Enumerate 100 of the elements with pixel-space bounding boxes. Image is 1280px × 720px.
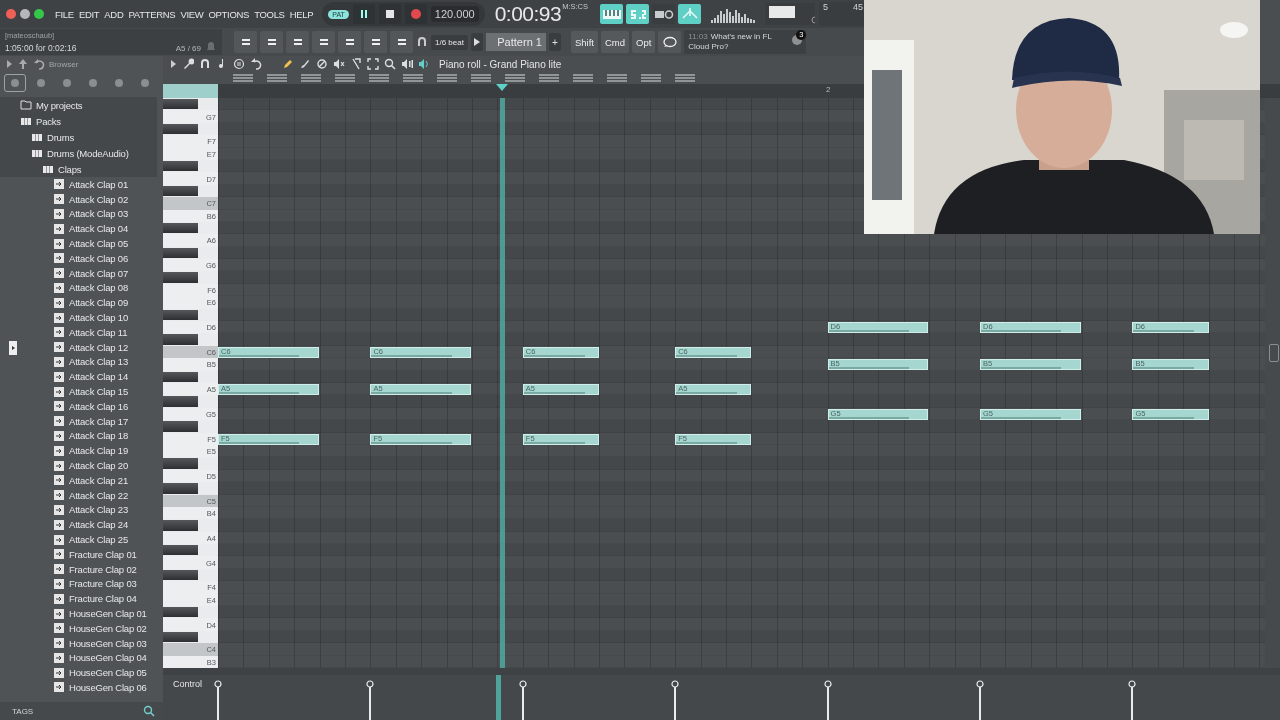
tags-label[interactable]: TAGS xyxy=(12,706,34,716)
menu-item[interactable]: VIEW xyxy=(179,6,205,22)
browser-file[interactable]: Attack Clap 19 xyxy=(0,443,163,459)
playback-tool-icon[interactable] xyxy=(401,58,413,70)
browser-file[interactable]: Attack Clap 16 xyxy=(0,398,163,414)
sharp-key[interactable] xyxy=(163,99,198,110)
help-button[interactable] xyxy=(658,31,682,53)
menu-item[interactable]: HELP xyxy=(288,6,315,22)
sharp-key[interactable] xyxy=(163,160,198,172)
news-text[interactable]: 11:03 What's new in FL Cloud Pro? xyxy=(688,32,789,52)
scroll-handle[interactable] xyxy=(1269,344,1279,362)
browser-file[interactable]: Fracture Clap 02 xyxy=(0,561,163,577)
add-pattern-button[interactable]: + xyxy=(548,33,561,51)
browser-file[interactable]: Attack Clap 15 xyxy=(0,384,163,399)
browser-file[interactable]: Attack Clap 17 xyxy=(0,413,163,429)
stripes-icon[interactable] xyxy=(301,73,321,83)
menu-item[interactable]: PATTERNS xyxy=(127,6,177,22)
stripes-icon[interactable] xyxy=(369,73,389,83)
sharp-key[interactable] xyxy=(163,185,198,197)
stripes-icon[interactable] xyxy=(437,73,457,83)
browser-folder[interactable]: Claps xyxy=(0,161,157,177)
plugin-button[interactable] xyxy=(338,31,361,53)
stripes-icon[interactable] xyxy=(471,73,491,83)
browser-file[interactable]: HouseGen Clap 03 xyxy=(0,635,163,651)
stripes-icon[interactable] xyxy=(573,73,593,83)
velocity-stem[interactable] xyxy=(518,680,527,720)
velocity-stem[interactable] xyxy=(823,680,832,720)
modifier-key[interactable]: Shift xyxy=(570,31,598,53)
velocity-stem[interactable] xyxy=(1128,680,1137,720)
toggle-button[interactable] xyxy=(678,4,702,24)
stripes-icon[interactable] xyxy=(539,73,559,83)
speaker-icon[interactable] xyxy=(418,58,430,70)
browser-file[interactable]: HouseGen Clap 04 xyxy=(0,650,163,666)
close-button[interactable] xyxy=(6,9,16,19)
wrench-icon[interactable] xyxy=(182,58,194,70)
browser-file[interactable]: Attack Clap 09 xyxy=(0,295,163,311)
browser-file[interactable]: Fracture Clap 01 xyxy=(0,546,163,562)
browser-file[interactable]: HouseGen Clap 02 xyxy=(0,620,163,636)
pattern-selector[interactable]: Pattern 1 xyxy=(485,33,546,51)
browser-file[interactable]: Attack Clap 21 xyxy=(0,472,163,488)
sharp-key[interactable] xyxy=(163,371,198,382)
sharp-key[interactable] xyxy=(163,607,198,618)
menu-item[interactable]: ADD xyxy=(103,6,125,22)
up-arrow-icon[interactable] xyxy=(17,58,29,70)
browser-file[interactable]: Attack Clap 04 xyxy=(0,221,163,237)
menu-item[interactable]: TOOLS xyxy=(253,6,286,22)
browser-file[interactable]: Attack Clap 05 xyxy=(0,236,163,251)
stamp-icon[interactable] xyxy=(233,58,245,70)
browser-folder[interactable]: Packs xyxy=(0,113,157,129)
browser-file[interactable]: HouseGen Clap 06 xyxy=(0,680,163,695)
back-arrow-icon[interactable] xyxy=(33,58,45,70)
menu-item[interactable]: EDIT xyxy=(77,6,101,22)
pattern-arrow-button[interactable] xyxy=(470,33,483,51)
stripes-icon[interactable] xyxy=(335,73,355,83)
brush-tool-icon[interactable] xyxy=(299,58,311,70)
piano-roll-button[interactable] xyxy=(286,31,309,53)
arrow-button[interactable] xyxy=(364,31,387,53)
snap-selector[interactable]: 1/6 beat xyxy=(431,34,468,50)
velocity-stem[interactable] xyxy=(976,680,984,720)
browser-file[interactable]: Attack Clap 24 xyxy=(0,517,163,533)
toggle-button[interactable] xyxy=(626,4,650,24)
browser-file[interactable]: Attack Clap 22 xyxy=(0,487,163,503)
sharp-key[interactable] xyxy=(163,545,198,556)
velocity-stem[interactable] xyxy=(366,680,375,720)
side-tab-icon[interactable] xyxy=(9,341,17,355)
tempo-display[interactable]: 120.000 xyxy=(430,6,479,22)
sharp-key[interactable] xyxy=(163,222,198,234)
horizontal-scrollbar[interactable] xyxy=(163,668,1280,675)
toggle-button[interactable] xyxy=(600,4,624,24)
browser-file[interactable]: Attack Clap 13 xyxy=(0,354,163,370)
velocity-stem[interactable] xyxy=(214,680,222,720)
modifier-key[interactable]: Cmd xyxy=(600,31,629,53)
browser-folder[interactable]: Drums xyxy=(0,129,157,145)
select-tool-icon[interactable] xyxy=(367,58,379,70)
menu-item[interactable]: FILE xyxy=(54,6,75,22)
slice-tool-icon[interactable] xyxy=(350,58,362,70)
playhead-marker-icon[interactable] xyxy=(496,84,508,92)
toggle-button[interactable] xyxy=(652,4,676,24)
browser-file[interactable]: Attack Clap 07 xyxy=(0,265,163,281)
sharp-key[interactable] xyxy=(163,247,198,259)
browser-file[interactable]: Attack Clap 25 xyxy=(0,532,163,547)
browser-folder[interactable]: My projects xyxy=(0,97,157,113)
browser-file[interactable]: Attack Clap 06 xyxy=(0,251,163,266)
browser-file[interactable]: Attack Clap 18 xyxy=(0,428,163,444)
mixer-button[interactable] xyxy=(312,31,335,53)
browser-file[interactable]: Attack Clap 20 xyxy=(0,458,163,473)
velocity-stem[interactable] xyxy=(671,680,680,720)
expand-arrow-icon[interactable] xyxy=(5,58,13,70)
browser-file[interactable]: HouseGen Clap 05 xyxy=(0,665,163,681)
magnet-icon[interactable] xyxy=(416,36,428,48)
minimize-button[interactable] xyxy=(20,9,30,19)
browser-file[interactable]: Attack Clap 12 xyxy=(0,339,163,355)
microphone-button[interactable] xyxy=(390,31,413,53)
sharp-key[interactable] xyxy=(163,123,198,135)
pause-button[interactable] xyxy=(352,4,375,24)
expand-arrow-icon[interactable] xyxy=(169,58,177,70)
stripes-icon[interactable] xyxy=(233,73,253,83)
browser-file[interactable]: Fracture Clap 04 xyxy=(0,591,163,607)
pencil-tool-icon[interactable] xyxy=(282,58,294,70)
zoom-tool-icon[interactable] xyxy=(384,58,396,70)
